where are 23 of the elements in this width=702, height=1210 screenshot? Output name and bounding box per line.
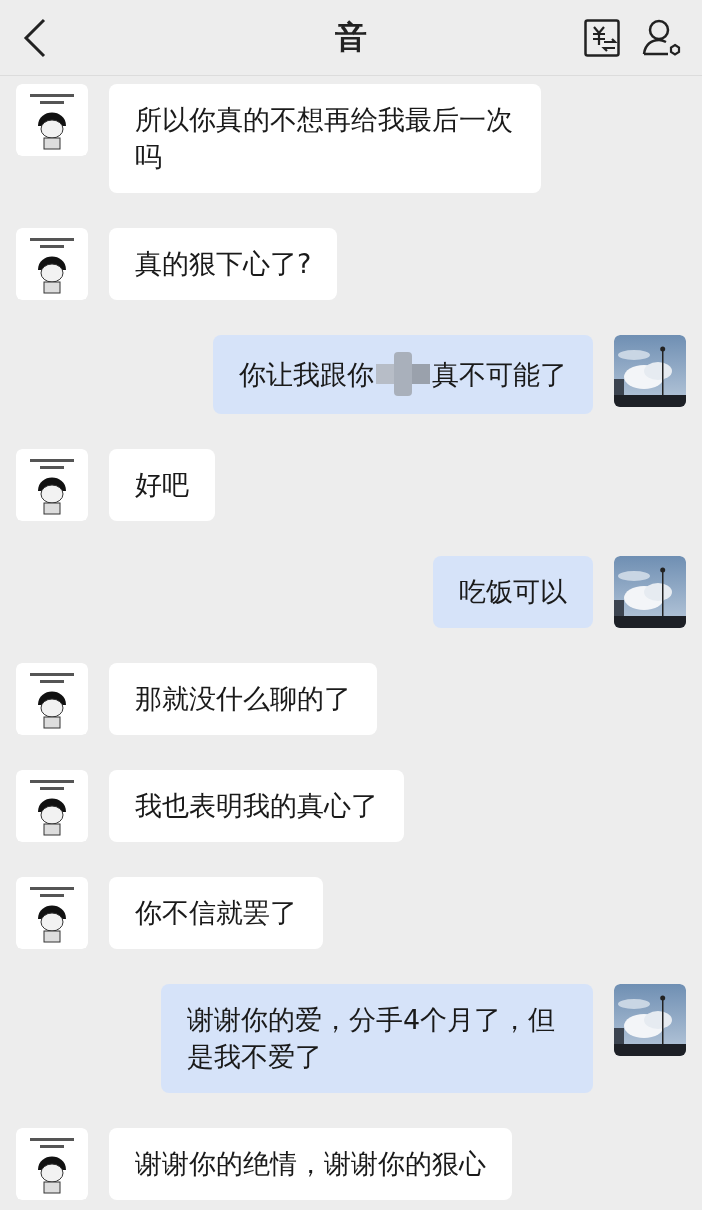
avatar — [16, 449, 88, 521]
chat-title: 音 — [335, 17, 367, 56]
avatar — [16, 1128, 88, 1200]
message-bubble: 你不信就罢了 — [109, 877, 323, 949]
message-bubble: 谢谢你的爱，分手4个月了，但是我不爱了 — [161, 984, 593, 1093]
mosaic-blur-icon — [376, 352, 430, 396]
message-text: 你让我跟你 — [239, 357, 374, 392]
back-icon[interactable] — [22, 17, 48, 58]
money-transfer-icon[interactable] — [584, 18, 620, 57]
message-bubble: 真的狠下心了? — [109, 228, 338, 300]
person-settings-icon[interactable] — [642, 18, 682, 57]
avatar — [16, 877, 88, 949]
avatar — [16, 84, 88, 156]
message-bubble: 那就没什么聊的了 — [109, 663, 377, 735]
message-bubble: 谢谢你的绝情，谢谢你的狠心 — [109, 1128, 512, 1200]
message-bubble: 好吧 — [109, 449, 215, 521]
avatar — [16, 770, 88, 842]
avatar — [16, 228, 88, 300]
message-bubble: 吃饭可以 — [433, 556, 593, 628]
avatar — [16, 663, 88, 735]
message-text: 真不可能了 — [432, 357, 567, 392]
message-bubble: 所以你真的不想再给我最后一次吗 — [109, 84, 541, 193]
message-bubble: 我也表明我的真心了 — [109, 770, 404, 842]
